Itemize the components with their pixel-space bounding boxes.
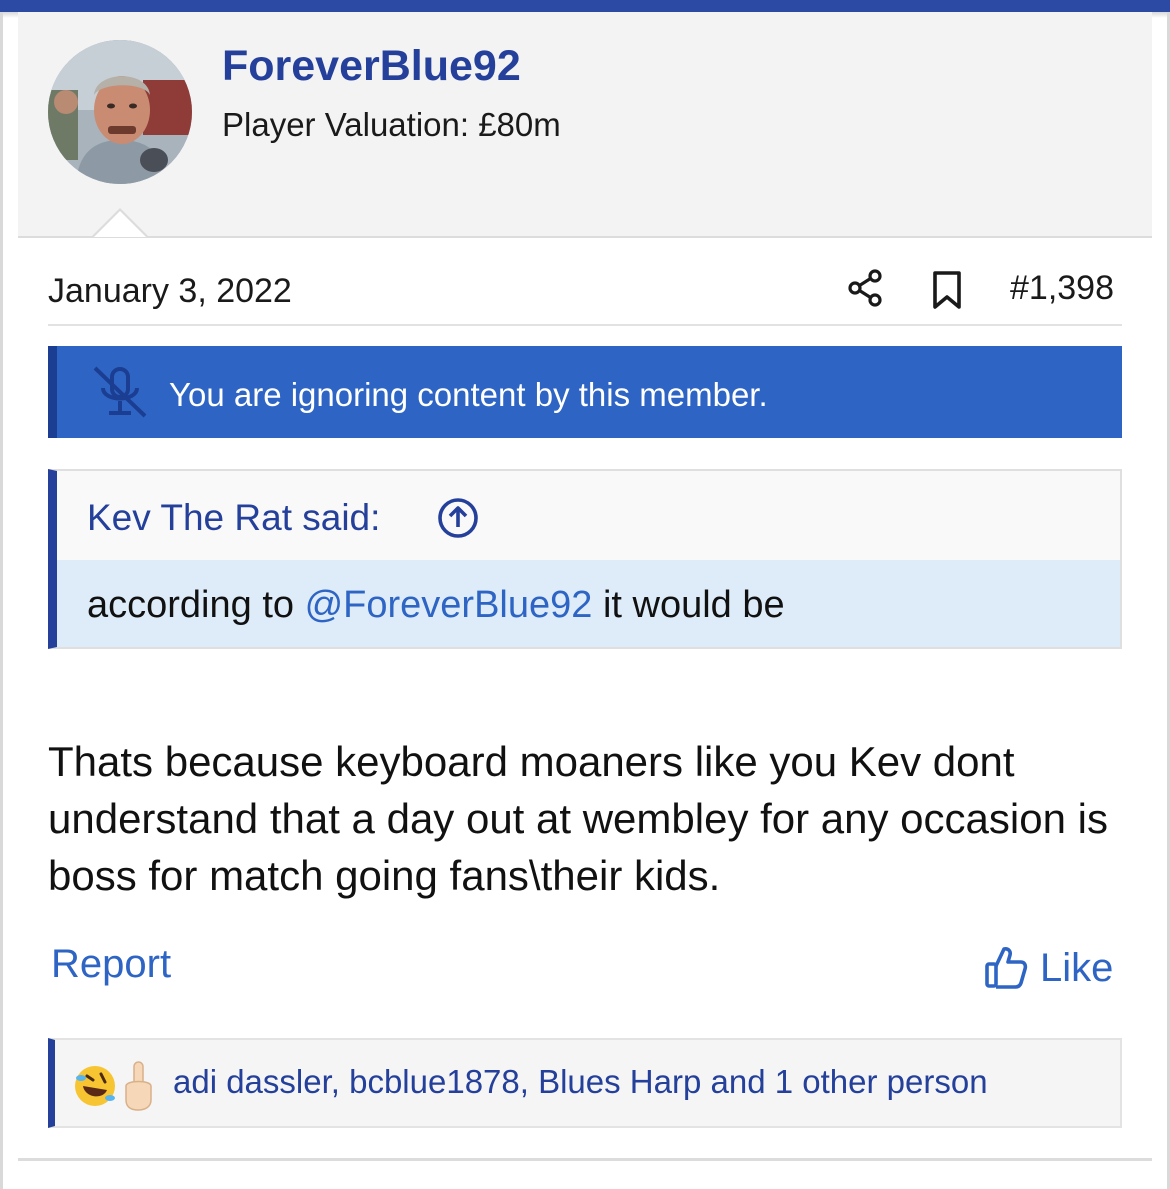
quote-text-before: according to — [87, 584, 305, 626]
quote-text: according to @ForeverBlue92 it would be — [87, 584, 785, 627]
divider — [48, 324, 1122, 326]
ignore-notice-text: You are ignoring content by this member. — [169, 376, 768, 413]
left-border — [0, 12, 3, 1189]
like-label: Like — [1040, 946, 1114, 990]
post-permalink[interactable]: #1,398 — [1010, 269, 1114, 308]
reactions-bar[interactable]: adi dassler, bcblue1878, Blues Harp and … — [48, 1038, 1122, 1128]
quote-text-after: it would be — [592, 584, 785, 626]
avatar-photo — [48, 40, 192, 184]
post-message: Thats because keyboard moaners like you … — [48, 738, 1108, 899]
top-nav-bar — [0, 0, 1170, 12]
thumbs-up-icon — [985, 947, 1028, 989]
divider — [18, 1158, 1152, 1161]
quote-block: Kev The Rat said: according to @ForeverB… — [48, 469, 1122, 649]
rolling-laughing-emoji — [75, 1066, 115, 1106]
quote-body: according to @ForeverBlue92 it would be — [57, 560, 1120, 647]
mention-link[interactable]: @ForeverBlue92 — [305, 584, 593, 626]
post-date[interactable]: January 3, 2022 — [48, 272, 292, 311]
muted-microphone-icon — [93, 366, 147, 418]
quote-author[interactable]: Kev The Rat said: — [87, 497, 380, 539]
jump-to-quote-icon[interactable] — [437, 497, 479, 539]
middle-finger-emoji — [125, 1061, 152, 1111]
reactions-users[interactable]: adi dassler, bcblue1878, Blues Harp and … — [173, 1063, 988, 1101]
report-link[interactable]: Report — [51, 942, 171, 987]
quote-header[interactable]: Kev The Rat said: — [57, 471, 1120, 560]
username-link[interactable]: ForeverBlue92 — [222, 42, 521, 91]
bookmark-icon[interactable] — [930, 270, 964, 310]
avatar[interactable] — [48, 40, 192, 184]
header-pointer-inner — [94, 211, 146, 237]
user-title: Player Valuation: £80m — [222, 106, 561, 143]
ignore-notice: You are ignoring content by this member. — [48, 346, 1122, 438]
share-icon[interactable] — [846, 268, 886, 308]
